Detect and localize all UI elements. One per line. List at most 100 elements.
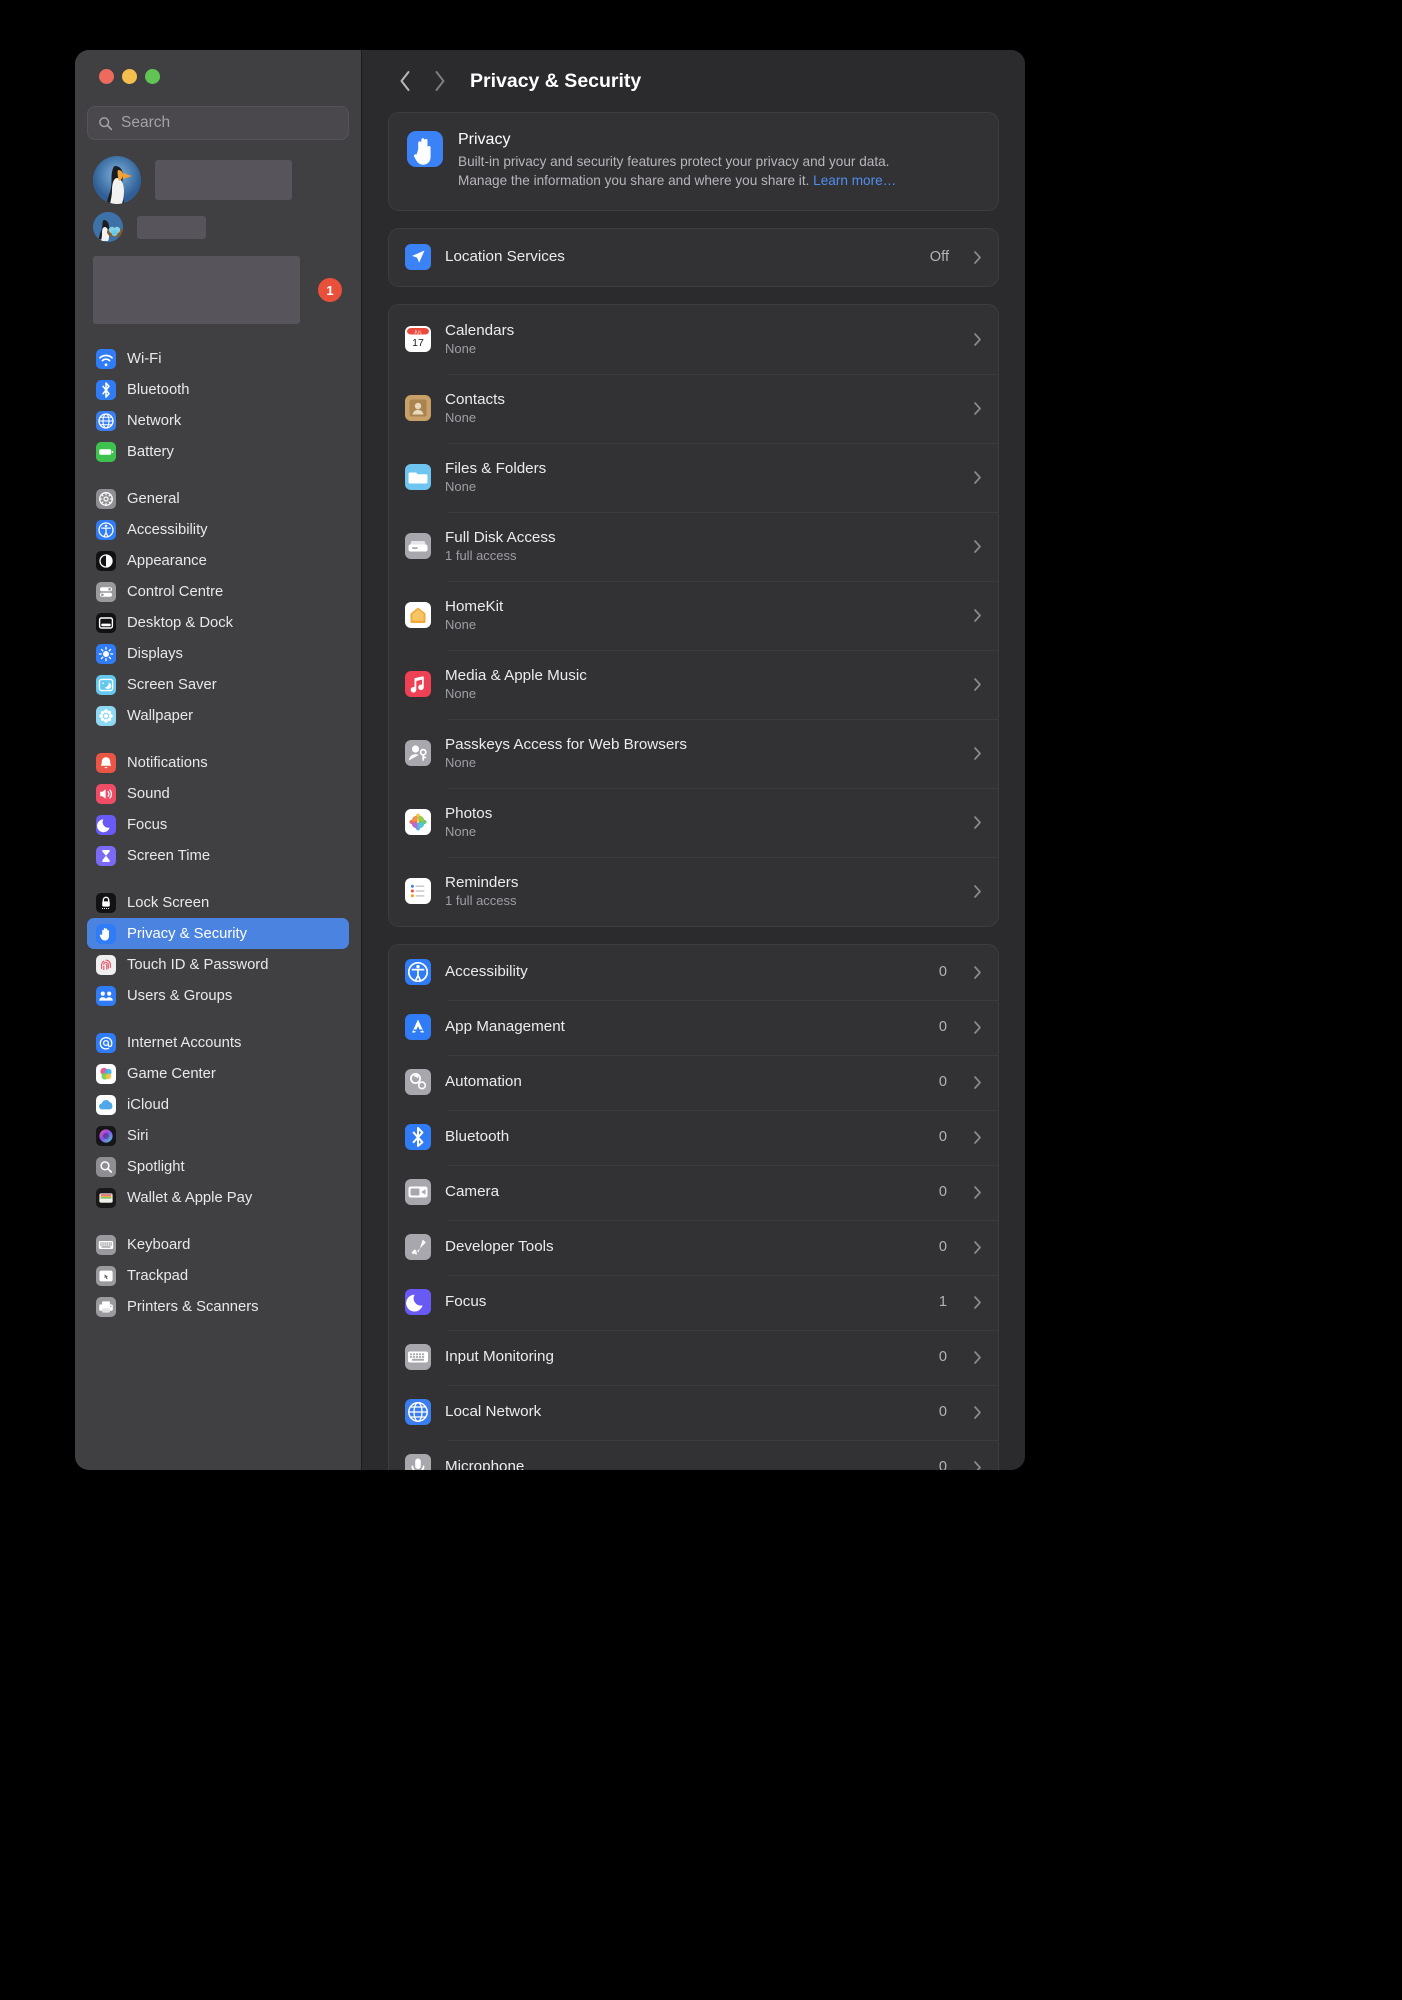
sidebar-item-screen-saver[interactable]: Screen Saver (87, 669, 349, 700)
row-full-disk-access[interactable]: Full Disk Access 1 full access (389, 511, 998, 581)
wallpaper-icon (96, 705, 116, 726)
row-camera[interactable]: Camera 0 (389, 1164, 998, 1220)
account-row[interactable] (87, 156, 349, 204)
sidebar-item-screen-time[interactable]: Screen Time (87, 840, 349, 871)
learn-more-link[interactable]: Learn more… (813, 173, 896, 188)
gear-icon (96, 488, 116, 509)
sidebar-item-siri[interactable]: Siri (87, 1120, 349, 1151)
sidebar-item-label: Printers & Scanners (127, 1298, 259, 1315)
row-label: Calendars (445, 322, 515, 340)
sidebar-item-general[interactable]: General (87, 483, 349, 514)
forward-button[interactable] (422, 64, 456, 98)
sidebar-item-trackpad[interactable]: Trackpad (87, 1260, 349, 1291)
sidebar-item-label: Appearance (127, 552, 207, 569)
row-count: 0 (938, 964, 947, 981)
sidebar-item-keyboard[interactable]: Keyboard (87, 1229, 349, 1260)
notifications-bell-icon (96, 752, 116, 773)
minimise-button[interactable] (122, 69, 137, 84)
close-button[interactable] (99, 69, 114, 84)
row-count: 0 (938, 1184, 947, 1201)
account-sub-row[interactable] (87, 212, 349, 242)
sidebar-item-label: Lock Screen (127, 894, 210, 911)
row-app-management[interactable]: App Management 0 (389, 999, 998, 1055)
sidebar-item-game-center[interactable]: Game Center (87, 1058, 349, 1089)
sidebar-item-network[interactable]: Network (87, 405, 349, 436)
row-input-monitoring[interactable]: Input Monitoring 0 (389, 1329, 998, 1385)
sidebar-item-label: iCloud (127, 1096, 169, 1113)
sidebar-item-desktop-dock[interactable]: Desktop & Dock (87, 607, 349, 638)
account-sub-redacted (137, 215, 206, 239)
sidebar-item-wallpaper[interactable]: Wallpaper (87, 700, 349, 731)
users-groups-icon (96, 985, 116, 1006)
sidebar-item-focus[interactable]: Focus (87, 809, 349, 840)
row-automation[interactable]: Automation 0 (389, 1054, 998, 1110)
row-files-folders[interactable]: Files & Folders None (389, 442, 998, 512)
chevron-right-icon (973, 677, 982, 692)
row-count: 0 (938, 1129, 947, 1146)
row-label: Reminders (445, 874, 519, 892)
sidebar-item-bluetooth[interactable]: Bluetooth (87, 374, 349, 405)
sidebar-item-wallet-apple-pay[interactable]: Wallet & Apple Pay (87, 1182, 349, 1213)
row-local-network[interactable]: Local Network 0 (389, 1384, 998, 1440)
sidebar-group-network: Wi-Fi Bluetooth Network Battery (87, 343, 349, 467)
row-bluetooth[interactable]: Bluetooth 0 (389, 1109, 998, 1165)
row-focus[interactable]: Focus 1 (389, 1274, 998, 1330)
sidebar-nav: Wi-Fi Bluetooth Network Battery General … (87, 343, 349, 1322)
sidebar-item-notifications[interactable]: Notifications (87, 747, 349, 778)
sidebar-item-displays[interactable]: Displays (87, 638, 349, 669)
row-sublabel: None (445, 617, 477, 633)
chevron-right-icon (973, 1460, 982, 1470)
calendar-icon: JUL 17 (405, 326, 431, 353)
control-centre-icon (96, 581, 116, 602)
sidebar-item-touch-id-password[interactable]: Touch ID & Password (87, 949, 349, 980)
row-media-apple-music[interactable]: Media & Apple Music None (389, 649, 998, 719)
sidebar-item-spotlight[interactable]: Spotlight (87, 1151, 349, 1182)
battery-icon (96, 441, 116, 462)
sidebar-item-battery[interactable]: Battery (87, 436, 349, 467)
svg-text:17: 17 (412, 337, 424, 349)
sidebar-item-control-centre[interactable]: Control Centre (87, 576, 349, 607)
sidebar-item-lock-screen[interactable]: Lock Screen (87, 887, 349, 918)
back-button[interactable] (388, 64, 422, 98)
sidebar-item-appearance[interactable]: Appearance (87, 545, 349, 576)
sidebar-item-users-groups[interactable]: Users & Groups (87, 980, 349, 1011)
sidebar-item-label: Siri (127, 1127, 149, 1144)
row-homekit[interactable]: HomeKit None (389, 580, 998, 650)
account-detail-redacted (93, 256, 300, 324)
row-developer-tools[interactable]: Developer Tools 0 (389, 1219, 998, 1275)
sidebar: Search 1 Wi-Fi Bluetooth Network Battery… (75, 50, 361, 1470)
sidebar-item-accessibility[interactable]: Accessibility (87, 514, 349, 545)
sidebar-item-icloud[interactable]: iCloud (87, 1089, 349, 1120)
sidebar-item-wi-fi[interactable]: Wi-Fi (87, 343, 349, 374)
account-detail-block[interactable]: 1 (87, 256, 349, 324)
icloud-icon (96, 1094, 116, 1115)
zoom-button[interactable] (145, 69, 160, 84)
chevron-right-icon (973, 746, 982, 761)
row-accessibility[interactable]: Accessibility 0 (389, 945, 998, 1000)
homekit-icon (405, 602, 431, 629)
chevron-right-icon (973, 608, 982, 623)
row-location-services[interactable]: Location Services Off (389, 229, 998, 286)
wallet-icon (96, 1187, 116, 1208)
sidebar-item-privacy-security[interactable]: Privacy & Security (87, 918, 349, 949)
row-calendars[interactable]: JUL 17 Calendars None (389, 305, 998, 374)
row-passkeys-access[interactable]: Passkeys Access for Web Browsers None (389, 718, 998, 788)
row-photos[interactable]: Photos None (389, 787, 998, 857)
location-arrow-icon (405, 244, 431, 271)
row-contacts[interactable]: Contacts None (389, 373, 998, 443)
sidebar-item-label: Wi-Fi (127, 350, 162, 367)
search-input[interactable]: Search (87, 106, 349, 140)
row-label: Automation (445, 1073, 522, 1091)
accessibility-icon (405, 959, 431, 986)
sidebar-item-internet-accounts[interactable]: Internet Accounts (87, 1027, 349, 1058)
chevron-right-icon (973, 1295, 982, 1310)
row-label: Contacts (445, 391, 505, 409)
developer-tools-icon (405, 1234, 431, 1261)
keyboard-icon (96, 1234, 116, 1255)
sidebar-item-printers-scanners[interactable]: Printers & Scanners (87, 1291, 349, 1322)
sidebar-item-label: Screen Saver (127, 676, 217, 693)
sidebar-item-sound[interactable]: Sound (87, 778, 349, 809)
sidebar-item-label: Wallet & Apple Pay (127, 1189, 253, 1206)
row-microphone[interactable]: Microphone 0 (389, 1439, 998, 1470)
row-reminders[interactable]: Reminders 1 full access (389, 856, 998, 926)
